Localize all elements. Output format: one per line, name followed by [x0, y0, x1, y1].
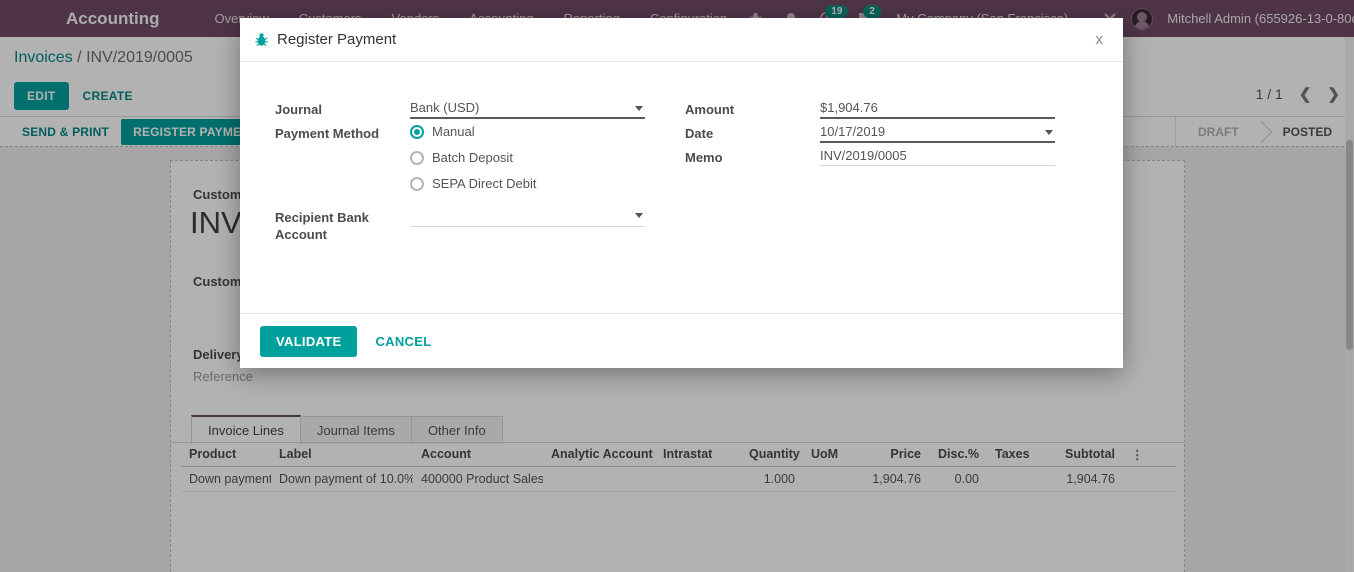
payment-method-label: Payment Method	[275, 126, 380, 141]
dialog-footer: VALIDATE CANCEL	[240, 313, 1123, 368]
recipient-bank-account-select[interactable]	[410, 207, 645, 227]
radio-selected-icon	[410, 124, 424, 139]
dialog-body: Journal Bank (USD) Payment Method Manual…	[240, 62, 1123, 313]
cancel-button[interactable]: CANCEL	[375, 334, 431, 349]
journal-select[interactable]: Bank (USD)	[410, 100, 645, 119]
recipient-bank-account-label: Recipient Bank Account	[275, 210, 369, 242]
dialog-header: Register Payment x	[240, 18, 1123, 62]
radio-unselected-icon	[410, 150, 424, 165]
close-icon[interactable]: x	[1090, 27, 1110, 52]
dropdown-caret-icon	[1045, 130, 1053, 135]
radio-sepa-direct-debit[interactable]: SEPA Direct Debit	[410, 176, 537, 191]
radio-manual[interactable]: Manual	[410, 124, 475, 139]
register-payment-dialog: Register Payment x Journal Bank (USD) Pa…	[240, 18, 1123, 368]
date-label: Date	[685, 126, 714, 141]
journal-label: Journal	[275, 102, 322, 117]
amount-label: Amount	[685, 102, 735, 117]
amount-input[interactable]: $1,904.76	[820, 100, 1055, 119]
validate-button[interactable]: VALIDATE	[260, 325, 358, 357]
radio-batch-deposit[interactable]: Batch Deposit	[410, 150, 513, 165]
dropdown-caret-icon	[635, 106, 643, 111]
date-input[interactable]: 10/17/2019	[820, 124, 1055, 143]
memo-label: Memo	[685, 150, 723, 165]
memo-input[interactable]: INV/2019/0005	[820, 148, 1055, 166]
dropdown-caret-icon	[635, 213, 643, 218]
bug-icon	[255, 33, 268, 47]
radio-unselected-icon	[410, 176, 424, 191]
dialog-title: Register Payment	[277, 31, 397, 48]
